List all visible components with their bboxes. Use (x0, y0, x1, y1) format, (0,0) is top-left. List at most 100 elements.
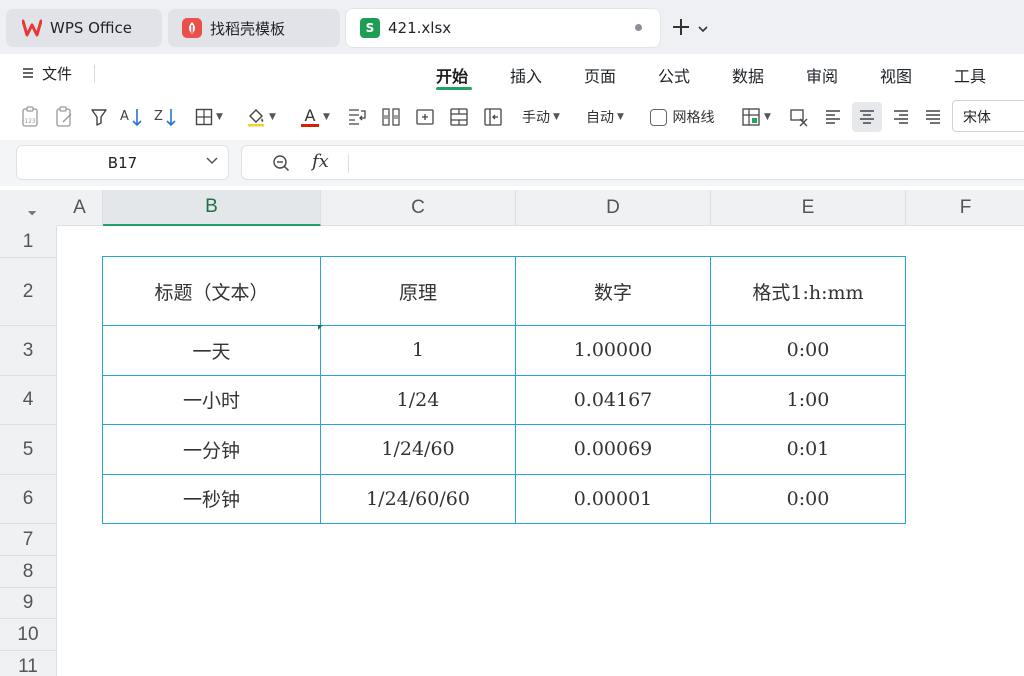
cell-c5[interactable]: 1/24/60 (320, 424, 516, 475)
merge-cells-button[interactable] (446, 102, 472, 132)
calc-auto-button[interactable]: 自动 ▼ (578, 102, 632, 132)
spreadsheet-icon: S (360, 18, 380, 38)
hamburger-icon (22, 65, 34, 83)
zoom-search-icon[interactable] (272, 154, 290, 176)
spreadsheet-grid[interactable]: A B C D E F 1 2 3 4 5 6 7 8 9 10 11 标题（文… (0, 186, 1024, 676)
clear-format-icon (789, 107, 809, 127)
sort-ascending-button[interactable]: A (118, 102, 146, 132)
align-left-button[interactable] (820, 102, 846, 132)
row-header-2[interactable]: 2 (0, 258, 57, 326)
cell-c4[interactable]: 1/24 (320, 374, 516, 425)
cell-reference: B17 (107, 153, 138, 172)
paint-bucket-icon (246, 107, 266, 127)
justify-button[interactable] (920, 102, 946, 132)
formula-input-box[interactable]: fx (241, 145, 1024, 180)
row-header-10[interactable]: 10 (0, 619, 57, 651)
column-header-a[interactable]: A (57, 190, 103, 226)
home-toolbar: 123 A Z ▼ ▼ A ▼ 手动 ▼ 自动 ▼ 网格线 ▼ 宋体 (0, 94, 1024, 140)
tab-docer-templates[interactable]: 找稻壳模板 (168, 9, 340, 47)
cell-b4[interactable]: 一小时 (102, 374, 321, 425)
ribbon-menu-bar: 文件 开始 插入 页面 公式 数据 审阅 视图 工具 (0, 54, 1024, 94)
gridlines-checkbox[interactable]: 网格线 (644, 102, 720, 132)
table-style-icon (741, 107, 761, 127)
cell-b3[interactable]: 一天 (102, 325, 321, 376)
file-menu-button[interactable]: 文件 (22, 63, 95, 84)
cell-e6[interactable]: 0:00 (710, 473, 906, 524)
table-style-button[interactable]: ▼ (736, 102, 776, 132)
row-header-5[interactable]: 5 (0, 425, 57, 475)
borders-button[interactable]: ▼ (188, 102, 230, 132)
row-header-3[interactable]: 3 (0, 326, 57, 376)
chevron-down-icon[interactable] (206, 155, 218, 168)
cell-c3[interactable]: 1 (320, 325, 516, 376)
cell-d3[interactable]: 1.00000 (515, 325, 711, 376)
align-center-button[interactable] (852, 102, 882, 132)
menu-page[interactable]: 页面 (584, 63, 616, 87)
menu-data[interactable]: 数据 (732, 63, 764, 87)
sort-descending-button[interactable]: Z (152, 102, 180, 132)
cell-e5[interactable]: 0:01 (710, 424, 906, 475)
tab-spreadsheet-file[interactable]: S 421.xlsx (346, 9, 660, 47)
cell-b2[interactable]: 标题（文本） (102, 256, 321, 326)
column-width-button[interactable] (378, 102, 404, 132)
title-tab-bar: WPS Office 找稻壳模板 S 421.xlsx (0, 0, 1024, 54)
calc-manual-button[interactable]: 手动 ▼ (514, 102, 568, 132)
menu-insert[interactable]: 插入 (510, 63, 542, 87)
chevron-down-icon[interactable] (698, 22, 708, 35)
filter-icon (90, 108, 108, 126)
menu-view[interactable]: 视图 (880, 63, 912, 87)
align-right-button[interactable] (888, 102, 914, 132)
column-header-c[interactable]: C (321, 190, 516, 226)
insert-cells-button[interactable] (412, 102, 438, 132)
cell-c6[interactable]: 1/24/60/60 (320, 473, 516, 524)
cell-e2[interactable]: 格式1:h:mm (710, 256, 906, 326)
menu-review[interactable]: 审阅 (806, 63, 838, 87)
cell-b6[interactable]: 一秒钟 (102, 473, 321, 524)
font-color-button[interactable]: A ▼ (294, 102, 336, 132)
cell-b5[interactable]: 一分钟 (102, 424, 321, 475)
freeze-panes-button[interactable] (480, 102, 506, 132)
row-header-4[interactable]: 4 (0, 376, 57, 425)
column-header-b[interactable]: B (103, 190, 321, 226)
cell-d4[interactable]: 0.04167 (515, 374, 711, 425)
filter-button[interactable] (86, 102, 112, 132)
fill-color-button[interactable]: ▼ (240, 102, 282, 132)
row-header-1[interactable]: 1 (0, 226, 57, 258)
new-tab-button[interactable] (672, 12, 708, 44)
cell-c2[interactable]: 原理 (320, 256, 516, 326)
column-header-f[interactable]: F (906, 190, 1024, 226)
borders-icon (195, 108, 213, 126)
menu-tools[interactable]: 工具 (954, 63, 986, 87)
table-row: 一天 1 1.00000 0:00 (102, 325, 906, 376)
row-header-6[interactable]: 6 (0, 475, 57, 524)
row-header-8[interactable]: 8 (0, 556, 57, 588)
column-header-e[interactable]: E (711, 190, 906, 226)
cell-e3[interactable]: 0:00 (710, 325, 906, 376)
wrap-text-button[interactable] (344, 102, 370, 132)
menu-formulas[interactable]: 公式 (658, 63, 690, 87)
menu-home[interactable]: 开始 (436, 63, 468, 87)
row-header-7[interactable]: 7 (0, 524, 57, 556)
cell-d5[interactable]: 0.00069 (515, 424, 711, 475)
insert-function-fx-icon[interactable]: fx (312, 151, 329, 172)
sort-ascending-icon: A (120, 107, 144, 127)
paste-format-button[interactable] (50, 102, 78, 132)
cell-e4[interactable]: 1:00 (710, 374, 906, 425)
table-row: 一小时 1/24 0.04167 1:00 (102, 374, 906, 425)
cell-d6[interactable]: 0.00001 (515, 473, 711, 524)
data-table: 标题（文本） 原理 数字 格式1:h:mm 一天 1 1.00000 0:00 … (102, 256, 906, 524)
cell-d2[interactable]: 数字 (515, 256, 711, 326)
name-box[interactable]: B17 (16, 145, 229, 180)
freeze-panes-icon (483, 107, 503, 127)
unsaved-dot-close-icon[interactable] (635, 24, 642, 31)
paste-values-button[interactable]: 123 (16, 102, 44, 132)
tab-wps-office[interactable]: WPS Office (6, 9, 162, 47)
row-header-9[interactable]: 9 (0, 588, 57, 619)
column-header-d[interactable]: D (516, 190, 711, 226)
justify-icon (924, 109, 942, 125)
font-family-select[interactable]: 宋体 (952, 100, 1024, 132)
row-header-11[interactable]: 11 (0, 651, 57, 676)
select-all-corner[interactable] (0, 190, 57, 226)
table-row: 一分钟 1/24/60 0.00069 0:01 (102, 424, 906, 475)
clear-format-button[interactable] (786, 102, 812, 132)
